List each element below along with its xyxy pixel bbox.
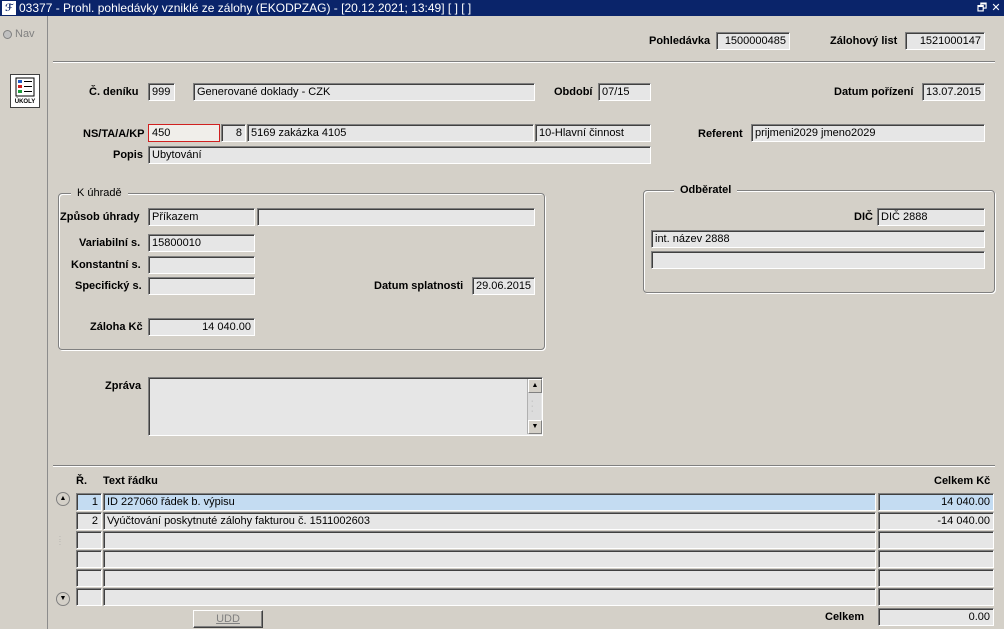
lines-divider (53, 465, 995, 467)
payment-method-label: Způsob úhrady (60, 211, 140, 223)
scroll-grip-icon: :: (59, 535, 61, 547)
row-number-cell[interactable] (76, 588, 102, 606)
ns-label: NS/TA/A/KP (83, 128, 145, 140)
payment-method-field[interactable]: Příkazem (148, 208, 255, 226)
nav-label: Nav (15, 28, 35, 40)
form-area: Pohledávka 1500000485 Zálohový list 1521… (49, 16, 1004, 629)
customer-name-field[interactable]: int. název 2888 (651, 230, 985, 248)
window-title: 03377 - Prohl. pohledávky vzniklé ze zál… (19, 1, 472, 15)
scroll-down-icon[interactable]: ▼ (56, 592, 70, 606)
journal-name-field[interactable]: Generované doklady - CZK (193, 83, 535, 101)
close-icon[interactable]: ✕ (990, 2, 1002, 14)
constant-symbol-label: Konstantní s. (71, 259, 141, 271)
dic-field[interactable]: DIČ 2888 (877, 208, 985, 226)
row-number-cell[interactable]: 1 (76, 493, 102, 511)
message-textarea[interactable]: ▲ · · · ▼ (148, 377, 543, 436)
period-field[interactable]: 07/15 (598, 83, 651, 101)
customer-group-title: Odběratel (674, 183, 738, 197)
payment-group-title: K úhradě (71, 186, 128, 200)
tasks-label: ÚKOLY (14, 99, 36, 105)
radio-icon (3, 29, 12, 39)
variable-symbol-field[interactable]: 15800010 (148, 234, 255, 252)
desc-field[interactable]: Ubytování (148, 146, 651, 164)
row-total-cell[interactable] (878, 550, 994, 568)
row-number-cell[interactable] (76, 550, 102, 568)
sidebar: Nav ÚKOLY (0, 16, 48, 629)
due-date-field[interactable]: 29.06.2015 (472, 277, 535, 295)
row-text-cell[interactable] (103, 531, 876, 549)
referent-field[interactable]: prijmeni2029 jmeno2029 (751, 124, 985, 142)
period-label: Období (554, 86, 593, 98)
udd-button[interactable]: UDD (193, 610, 263, 628)
title-bar: ℱ 03377 - Prohl. pohledávky vzniklé ze z… (0, 0, 1004, 16)
specific-symbol-field[interactable] (148, 277, 255, 295)
lines-scrollbar[interactable]: ▲ :: ▼ (56, 492, 70, 606)
row-total-cell[interactable]: 14 040.00 (878, 493, 994, 511)
scroll-up-icon[interactable]: ▲ (528, 379, 542, 393)
receivable-field[interactable]: 1500000485 (716, 32, 790, 50)
header-divider (53, 61, 995, 63)
restore-icon[interactable]: 🗗 (976, 2, 988, 14)
scroll-grip-icon: · · · (531, 398, 534, 415)
ekonom-logo-icon: ℱ (2, 1, 16, 15)
ta-field[interactable]: 8 (221, 124, 246, 142)
nav-toggle[interactable]: Nav (3, 28, 35, 40)
acq-date-field[interactable]: 13.07.2015 (922, 83, 985, 101)
scroll-down-icon[interactable]: ▼ (528, 420, 542, 434)
desc-label: Popis (113, 149, 143, 161)
tasks-button[interactable]: ÚKOLY (10, 74, 40, 108)
due-date-label: Datum splatnosti (374, 280, 464, 292)
variable-symbol-label: Variabilní s. (79, 237, 141, 249)
advance-sheet-label: Zálohový list (830, 35, 898, 47)
payment-method-extra-field[interactable] (257, 208, 535, 226)
activity-field[interactable]: 10-Hlavní činnost (535, 124, 651, 142)
specific-symbol-label: Specifický s. (75, 280, 142, 292)
journal-no-field[interactable]: 999 (148, 83, 175, 101)
col-text-header: Text řádku (103, 475, 158, 487)
order-field[interactable]: 5169 zakázka 4105 (247, 124, 534, 142)
advance-amount-label: Záloha Kč (90, 321, 143, 333)
row-number-cell[interactable] (76, 531, 102, 549)
customer-extra-field[interactable] (651, 251, 985, 269)
ns-field[interactable]: 450 (148, 124, 220, 142)
referent-label: Referent (698, 128, 743, 140)
row-text-cell[interactable]: ID 227060 řádek b. výpisu (103, 493, 876, 511)
row-text-cell[interactable]: Vyúčtování poskytnuté zálohy fakturou č.… (103, 512, 876, 530)
sum-field[interactable]: 0.00 (878, 608, 994, 626)
constant-symbol-field[interactable] (148, 256, 255, 274)
row-total-cell[interactable] (878, 588, 994, 606)
scroll-up-icon[interactable]: ▲ (56, 492, 70, 506)
receivable-label: Pohledávka (649, 35, 711, 47)
row-total-cell[interactable] (878, 531, 994, 549)
advance-sheet-field[interactable]: 1521000147 (905, 32, 985, 50)
row-number-cell[interactable]: 2 (76, 512, 102, 530)
message-label: Zpráva (105, 380, 142, 392)
advance-amount-field[interactable]: 14 040.00 (148, 318, 255, 336)
row-total-cell[interactable]: -14 040.00 (878, 512, 994, 530)
row-text-cell[interactable] (103, 550, 876, 568)
checklist-icon (15, 77, 35, 97)
row-number-cell[interactable] (76, 569, 102, 587)
dic-label: DIČ (854, 211, 873, 223)
journal-label: Č. deníku (89, 86, 139, 98)
col-row-header: Ř. (76, 475, 87, 487)
row-total-cell[interactable] (878, 569, 994, 587)
col-total-header: Celkem Kč (934, 475, 991, 487)
row-text-cell[interactable] (103, 569, 876, 587)
message-scrollbar[interactable]: ▲ · · · ▼ (527, 379, 542, 434)
acq-date-label: Datum pořízení (834, 86, 914, 98)
sum-label: Celkem (825, 611, 865, 623)
row-text-cell[interactable] (103, 588, 876, 606)
